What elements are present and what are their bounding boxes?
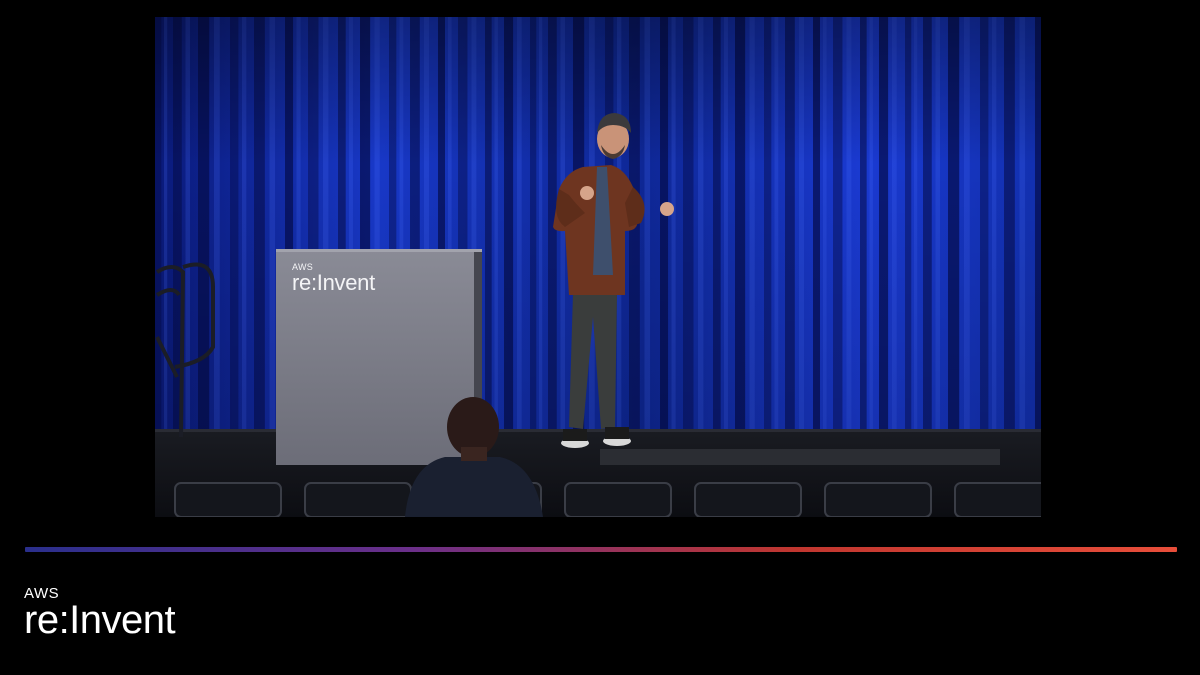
event-logo-wordmark: re:Invent bbox=[24, 598, 176, 642]
podium-logo-wordmark: re:Invent bbox=[292, 270, 375, 295]
video-frame: AWS re:Invent bbox=[155, 17, 1041, 517]
stage-monitor bbox=[600, 449, 1000, 465]
audience-seats bbox=[174, 482, 1041, 517]
gradient-divider bbox=[25, 547, 1177, 552]
stage-scene bbox=[155, 17, 1041, 517]
event-logo: AWS re:Invent bbox=[24, 586, 224, 642]
podium-logo: AWS re:Invent bbox=[292, 263, 375, 295]
